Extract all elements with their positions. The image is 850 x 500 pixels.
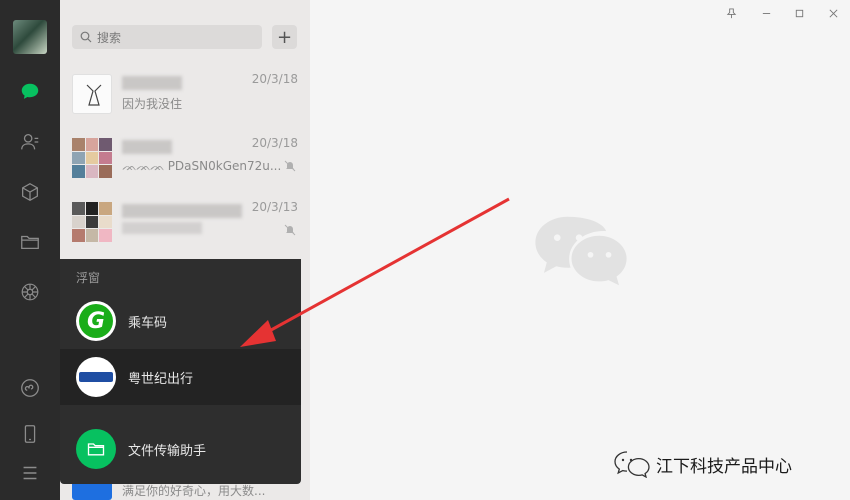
search-placeholder: 搜索 [97,30,122,45]
divider [60,405,301,415]
maximize-icon[interactable] [792,6,806,20]
float-item-yue-travel[interactable]: 粤世纪出行 [60,349,301,405]
chat-icon[interactable] [18,80,42,104]
moments-icon[interactable] [18,280,42,304]
chat-name-redacted [122,140,172,154]
chat-preview-text: PDaSN0kGen72u... [167,159,282,173]
preview-redacted [122,222,202,234]
chat-time: 20/3/18 [251,72,298,86]
chat-name-redacted [122,76,182,90]
float-panel-header: 浮窗 [76,271,101,285]
add-button[interactable]: + [272,25,297,49]
main-area [310,0,850,500]
side-rail [0,0,60,500]
user-avatar[interactable] [13,20,47,54]
chat-time: 20/3/13 [251,200,298,214]
chat-item[interactable]: 20/3/18 ᨏᨏᨏ PDaSN0kGen72u... [60,128,310,192]
mute-icon [284,224,296,236]
cube-icon[interactable] [18,180,42,204]
wechat-logo-icon [535,216,627,286]
float-item-bus-code[interactable]: G 乘车码 [60,293,301,349]
pin-icon[interactable] [724,6,738,20]
search-icon [80,31,92,43]
mute-icon [284,160,296,172]
chat-time: 20/3/18 [251,136,298,150]
float-item-label: 文件传输助手 [128,444,207,459]
float-item-label: 乘车码 [128,316,168,331]
float-item-file-transfer[interactable]: 文件传输助手 [60,421,301,477]
watermark: 江下科技产品中心 [614,450,792,478]
bus-code-icon: G [76,301,116,341]
phone-icon[interactable] [18,422,42,446]
group-avatar [72,202,112,242]
close-icon[interactable] [826,6,840,20]
float-item-label: 粤世纪出行 [128,372,194,387]
group-avatar [72,138,112,178]
chat-item[interactable]: 20/3/13 [60,192,310,256]
folder-icon[interactable] [18,230,42,254]
mini-program-icon[interactable] [18,376,42,400]
watermark-text: 江下科技产品中心 [656,456,792,477]
chat-item[interactable]: 20/3/18 因为我没住 [60,64,310,128]
chat-preview: 因为我没住 [122,97,183,111]
chat-avatar [72,74,112,114]
minimize-icon[interactable] [759,6,773,20]
yue-travel-icon [76,357,116,397]
float-window-panel: 浮窗 G 乘车码 粤世纪出行 文件传输助手 [60,259,301,484]
menu-icon[interactable] [18,461,42,485]
search-input[interactable]: 搜索 [72,25,262,49]
chat-preview: ᨏᨏᨏ PDaSN0kGen72u... [122,159,282,173]
chat-preview: 满足你的好奇心，用大数... [122,484,266,498]
folder-icon [76,429,116,469]
wechat-watermark-icon [614,451,650,478]
chat-name-redacted [122,204,242,218]
contacts-icon[interactable] [18,130,42,154]
